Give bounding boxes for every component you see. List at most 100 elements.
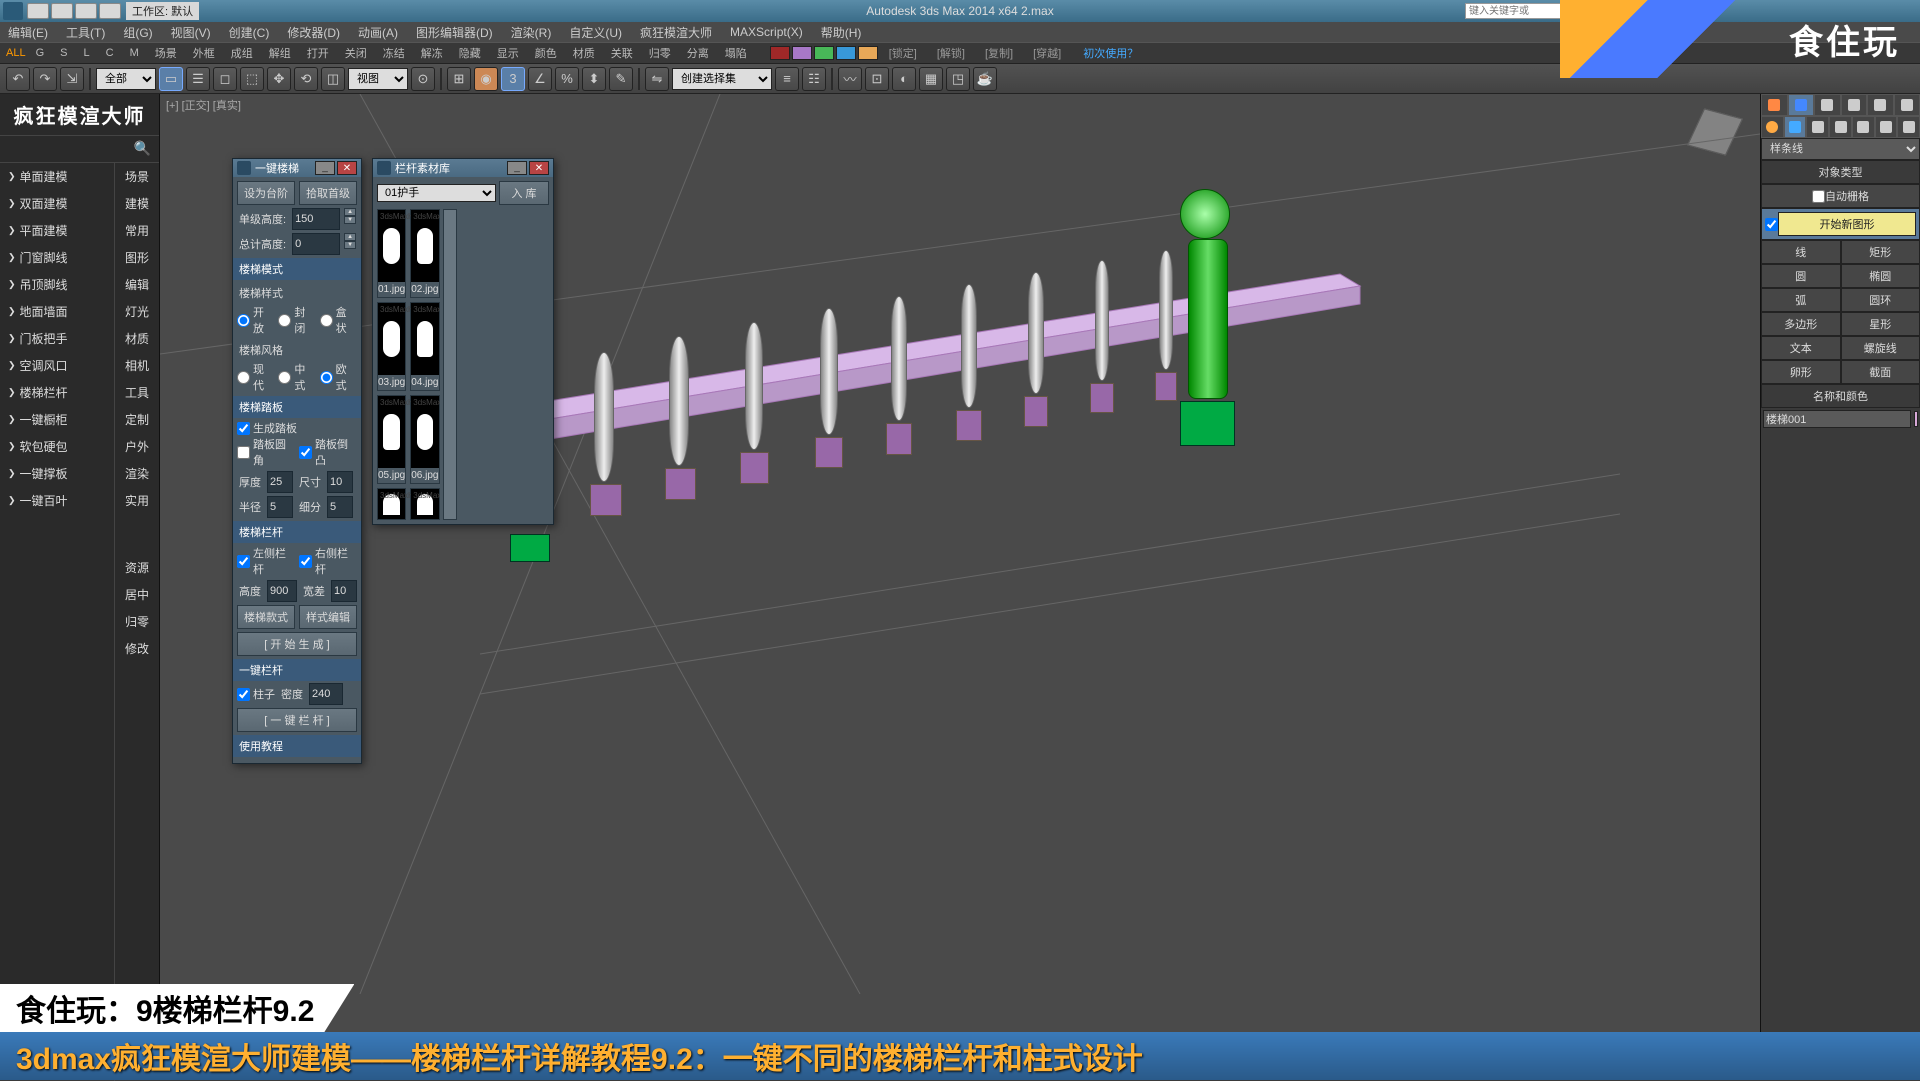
- category-item[interactable]: ❯空调风口: [0, 352, 114, 379]
- shelf-item[interactable]: 外框: [193, 45, 215, 61]
- shape-button[interactable]: 线: [1761, 240, 1841, 264]
- menu-item[interactable]: 自定义(U): [569, 24, 622, 41]
- menu-item[interactable]: 创建(C): [229, 24, 270, 41]
- shelf-item[interactable]: 显示: [497, 45, 519, 61]
- menu-item[interactable]: 动画(A): [358, 24, 398, 41]
- spacewarps-subtab[interactable]: [1875, 116, 1898, 138]
- library-thumbnail[interactable]: 3dsMaxHB: [377, 488, 406, 520]
- gen-tread-checkbox[interactable]: 生成踏板: [237, 420, 357, 436]
- object-color-swatch[interactable]: [1914, 411, 1918, 427]
- window-crossing-icon[interactable]: ⬚: [240, 67, 264, 91]
- category-item[interactable]: ❯门窗脚线: [0, 244, 114, 271]
- shelf-item[interactable]: 材质: [573, 45, 595, 61]
- align-icon[interactable]: ≡: [775, 67, 799, 91]
- shape-button[interactable]: 圆环: [1841, 288, 1920, 312]
- menu-item[interactable]: 组(G): [123, 24, 152, 41]
- menu-item[interactable]: MAXScript(X): [730, 25, 803, 39]
- shelf-item[interactable]: 归零: [649, 45, 671, 61]
- tag-item[interactable]: 编辑: [115, 271, 159, 298]
- library-thumbnail[interactable]: 3dsMaxHB01.jpg: [377, 209, 406, 298]
- shelf-item[interactable]: 颜色: [535, 45, 557, 61]
- shelf-help[interactable]: 初次使用？: [1083, 45, 1138, 61]
- import-button[interactable]: 入 库: [499, 181, 549, 205]
- menu-item[interactable]: 工具(T): [66, 24, 105, 41]
- shape-button[interactable]: 螺旋线: [1841, 336, 1920, 360]
- name-color-header[interactable]: 名称和颜色: [1761, 384, 1920, 408]
- color-swatch[interactable]: [792, 46, 812, 60]
- select-name-icon[interactable]: ☰: [186, 67, 210, 91]
- shelf-letter[interactable]: G: [36, 47, 45, 59]
- tag-item[interactable]: 材质: [115, 325, 159, 352]
- menu-item[interactable]: 帮助(H): [821, 24, 862, 41]
- snap-toggle-icon[interactable]: ◉: [474, 67, 498, 91]
- category-item[interactable]: ❯地面墙面: [0, 298, 114, 325]
- mirror-icon[interactable]: ⇋: [645, 67, 669, 91]
- object-name-input[interactable]: [1763, 410, 1911, 428]
- shelf-bracket[interactable]: [锁定]: [889, 45, 917, 61]
- angle-snap-icon[interactable]: ∠: [528, 67, 552, 91]
- library-thumbnail[interactable]: 3dsMaxHB06.jpg: [410, 395, 439, 484]
- left-rail-checkbox[interactable]: 左侧栏杆: [237, 545, 295, 577]
- category-item[interactable]: ❯楼梯栏杆: [0, 379, 114, 406]
- tag-item[interactable]: 实用: [115, 487, 159, 514]
- link-icon[interactable]: ⇲: [60, 67, 84, 91]
- set-step-button[interactable]: 设为台阶: [237, 181, 295, 205]
- autogrid-checkbox[interactable]: 自动栅格: [1761, 184, 1920, 208]
- color-swatch[interactable]: [814, 46, 834, 60]
- library-thumbnail[interactable]: 3dsMaxHB: [410, 488, 439, 520]
- shape-button[interactable]: 椭圆: [1841, 264, 1920, 288]
- modify-tab[interactable]: [1788, 94, 1815, 116]
- convex-checkbox[interactable]: 踏板倒凸: [299, 436, 357, 468]
- library-dialog-titlebar[interactable]: 栏杆素材库 _ ✕: [373, 159, 553, 177]
- menu-item[interactable]: 渲染(R): [511, 24, 552, 41]
- scrollbar[interactable]: [443, 209, 457, 520]
- segments-input[interactable]: [327, 496, 353, 518]
- shape-button[interactable]: 多边形: [1761, 312, 1841, 336]
- library-thumbnail[interactable]: 3dsMaxHB05.jpg: [377, 395, 406, 484]
- shelf-item[interactable]: 分离: [687, 45, 709, 61]
- rail-height-input[interactable]: [267, 580, 297, 602]
- stair-dialog-titlebar[interactable]: 一键楼梯 _ ✕: [233, 159, 361, 177]
- spinner-snap-icon[interactable]: ⬍: [582, 67, 606, 91]
- color-swatch[interactable]: [770, 46, 790, 60]
- render-icon[interactable]: ☕: [973, 67, 997, 91]
- object-type-header[interactable]: 对象类型: [1761, 160, 1920, 184]
- library-thumbnail[interactable]: 3dsMaxHB04.jpg: [410, 302, 439, 391]
- menu-item[interactable]: 编辑(E): [8, 24, 48, 41]
- shelf-item[interactable]: 解组: [269, 45, 291, 61]
- tag-item[interactable]: 建模: [115, 190, 159, 217]
- spinner-buttons[interactable]: ▲▼: [344, 208, 356, 230]
- total-height-input[interactable]: [292, 233, 340, 255]
- viewcube[interactable]: [1680, 100, 1750, 170]
- post-checkbox[interactable]: 柱子: [237, 683, 275, 705]
- tag-item[interactable]: 资源: [115, 554, 159, 581]
- close-button[interactable]: ✕: [529, 161, 549, 175]
- workspace-label[interactable]: 工作区: 默认: [126, 2, 199, 20]
- tag-item[interactable]: [115, 514, 159, 554]
- shelf-item[interactable]: 解冻: [421, 45, 443, 61]
- category-item[interactable]: ❯平面建模: [0, 217, 114, 244]
- tutorial-header[interactable]: 使用教程: [233, 735, 361, 757]
- round-checkbox[interactable]: 踏板圆角: [237, 436, 295, 468]
- selection-set-dropdown[interactable]: 创建选择集: [672, 68, 772, 90]
- shelf-item[interactable]: 冻结: [383, 45, 405, 61]
- shelf-item[interactable]: 关联: [611, 45, 633, 61]
- undo-button[interactable]: [27, 3, 49, 19]
- start-shape-checkbox[interactable]: 开始新图形: [1761, 208, 1920, 240]
- stair-style-button[interactable]: 楼梯款式: [237, 605, 295, 629]
- category-item[interactable]: ❯吊顶脚线: [0, 271, 114, 298]
- size-input[interactable]: [327, 471, 353, 493]
- refcoord-dropdown[interactable]: 视图: [348, 68, 408, 90]
- one-click-rail-header[interactable]: 一键栏杆: [233, 659, 361, 681]
- render-setup-icon[interactable]: ▦: [919, 67, 943, 91]
- undo-icon[interactable]: ↶: [6, 67, 30, 91]
- library-thumbnail[interactable]: 3dsMaxHB02.jpg: [410, 209, 439, 298]
- scale-icon[interactable]: ◫: [321, 67, 345, 91]
- shelf-letter[interactable]: M: [130, 47, 139, 59]
- menu-item[interactable]: 视图(V): [171, 24, 211, 41]
- stair-mode-header[interactable]: 楼梯模式: [233, 258, 361, 280]
- viewport-label[interactable]: [+] [正交] [真实]: [166, 97, 241, 113]
- shelf-item[interactable]: 关闭: [345, 45, 367, 61]
- app-icon[interactable]: [3, 2, 23, 20]
- move-icon[interactable]: ✥: [267, 67, 291, 91]
